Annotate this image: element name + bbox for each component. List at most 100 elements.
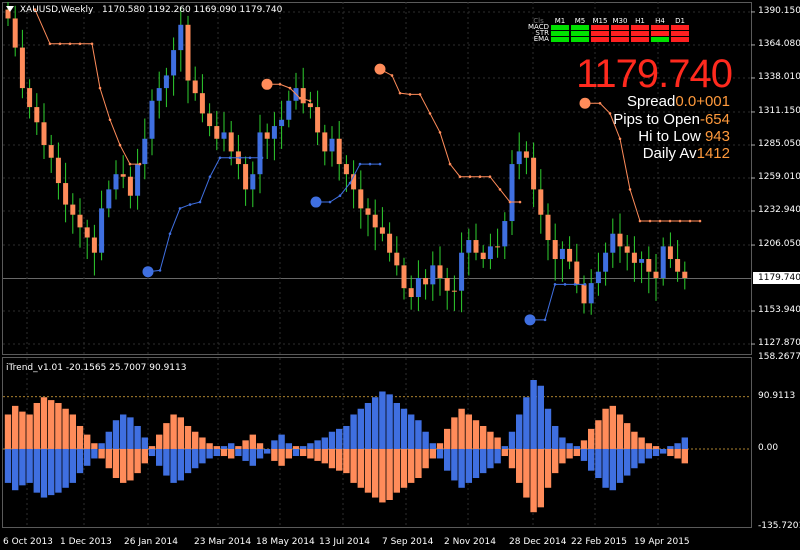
time-axis[interactable]: 6 Oct 2013 1 Dec 2013 26 Jan 2014 23 Mar 20… — [0, 535, 800, 549]
histogram-bar-up — [422, 431, 429, 449]
histogram-bar-down — [523, 448, 530, 498]
histogram-bar-up — [357, 408, 364, 449]
histogram-bar-up — [199, 437, 206, 449]
stop-line-blue-dot — [543, 318, 547, 322]
time-tick-label: 1 Dec 2013 — [60, 537, 112, 547]
histogram-bar-down — [91, 448, 98, 459]
histogram-bar-up — [220, 446, 228, 449]
mtf-signal-cell — [610, 36, 630, 42]
big-price-display: 1179.740 — [576, 52, 733, 96]
histogram-bar-down — [271, 448, 278, 461]
candle-body — [336, 138, 342, 165]
histogram-bar-down — [364, 448, 372, 493]
candle-body — [603, 252, 609, 272]
histogram-bar-down — [314, 448, 321, 461]
histogram-bar-up — [228, 443, 235, 449]
histogram-bar-down — [199, 448, 206, 464]
candle-body — [495, 246, 501, 248]
histogram-bar-down — [609, 448, 616, 491]
candle-body — [250, 174, 256, 190]
candle-body — [149, 100, 155, 139]
indicator-tick-label: 90.9113 — [758, 390, 796, 401]
histogram-bar-up — [631, 431, 638, 449]
stop-line-orange-dot — [698, 219, 702, 223]
candle-body — [329, 138, 335, 152]
histogram-bar-down — [631, 448, 638, 469]
histogram-bar-up — [112, 420, 120, 449]
histogram-bar-up — [62, 408, 69, 449]
candle-body — [120, 174, 126, 177]
candle-body — [423, 278, 429, 285]
histogram-bar-down — [436, 448, 444, 459]
histogram-bar-up — [235, 446, 242, 449]
histogram-bar-up — [681, 437, 688, 449]
histogram-bar-up — [544, 408, 552, 449]
stop-line-orange-dot — [308, 99, 312, 103]
stop-line-blue-dot — [178, 207, 182, 210]
histogram-bar-down — [667, 448, 674, 457]
histogram-bar-up — [120, 414, 127, 449]
stop-line-orange-dot — [668, 219, 672, 223]
candle-body — [415, 278, 421, 298]
histogram-bar-down — [141, 448, 148, 464]
histogram-bar-down — [616, 448, 624, 483]
stop-line-orange-dot — [628, 188, 632, 191]
histogram-bar-down — [300, 448, 307, 457]
histogram-bar-down — [40, 448, 48, 498]
candle-body — [480, 252, 486, 260]
candle-body — [41, 122, 47, 146]
stop-line-orange-dot — [478, 175, 482, 179]
histogram-bar-up — [343, 425, 350, 449]
histogram-bar-up — [444, 428, 451, 449]
histogram-bar-down — [400, 448, 408, 488]
candle-body — [185, 24, 191, 81]
stop-line-blue-dot — [563, 283, 567, 286]
stop-line-orange-dot — [648, 219, 652, 223]
histogram-bar-up — [530, 379, 537, 449]
histogram-bar-down — [62, 448, 69, 488]
histogram-bar-up — [451, 417, 458, 449]
histogram-bar-up — [271, 440, 278, 449]
time-tick-label: 13 Jul 2014 — [319, 537, 370, 547]
histogram-bar-up — [480, 425, 487, 449]
candle-body — [228, 132, 234, 152]
histogram-bar-up — [12, 405, 19, 449]
dropdown-arrow-icon[interactable] — [6, 6, 14, 12]
histogram-bar-down — [48, 448, 55, 496]
histogram-bar-down — [26, 448, 33, 483]
histogram-bar-down — [33, 448, 40, 493]
histogram-bar-down — [652, 448, 660, 457]
histogram-bar-down — [156, 448, 163, 466]
histogram-bar-down — [328, 448, 336, 469]
time-tick-label: 26 Jan 2014 — [124, 537, 178, 547]
candle-body — [394, 252, 400, 266]
histogram-bar-up — [674, 443, 681, 449]
histogram-bar-up — [48, 400, 55, 449]
candle-body — [279, 119, 285, 127]
histogram-bar-up — [429, 443, 436, 449]
stop-line-blue-dot — [228, 156, 232, 160]
stop-line-orange-dot — [288, 86, 292, 90]
time-tick-label: 23 Mar 2014 — [194, 537, 252, 547]
histogram-bar-down — [386, 448, 393, 500]
time-tick-label: 19 Apr 2015 — [634, 537, 690, 547]
stop-line-blue-dot — [328, 200, 332, 204]
histogram-bar-up — [33, 402, 40, 449]
hilo-value: 943 — [704, 128, 730, 145]
histogram-bar-up — [465, 414, 472, 449]
stop-line-orange-dot — [598, 101, 602, 105]
histogram-bar-down — [105, 448, 112, 469]
histogram-bar-up — [667, 446, 674, 449]
histogram-bar-up — [624, 423, 631, 449]
indicator-tick-label: 0.00 — [758, 442, 779, 453]
candle-body — [156, 88, 162, 101]
candle-body — [466, 240, 472, 253]
histogram-bar-up — [170, 414, 177, 449]
candle-body — [502, 221, 508, 247]
pips-label: Pips to Open — [613, 111, 700, 128]
candle-body — [271, 126, 277, 139]
histogram-bar-up — [4, 414, 12, 449]
chart-window: XAUUSD,Weekly 1170.580 1192.260 1169.090… — [0, 0, 800, 550]
candle-body — [199, 93, 205, 114]
histogram-bar-up — [400, 408, 408, 449]
